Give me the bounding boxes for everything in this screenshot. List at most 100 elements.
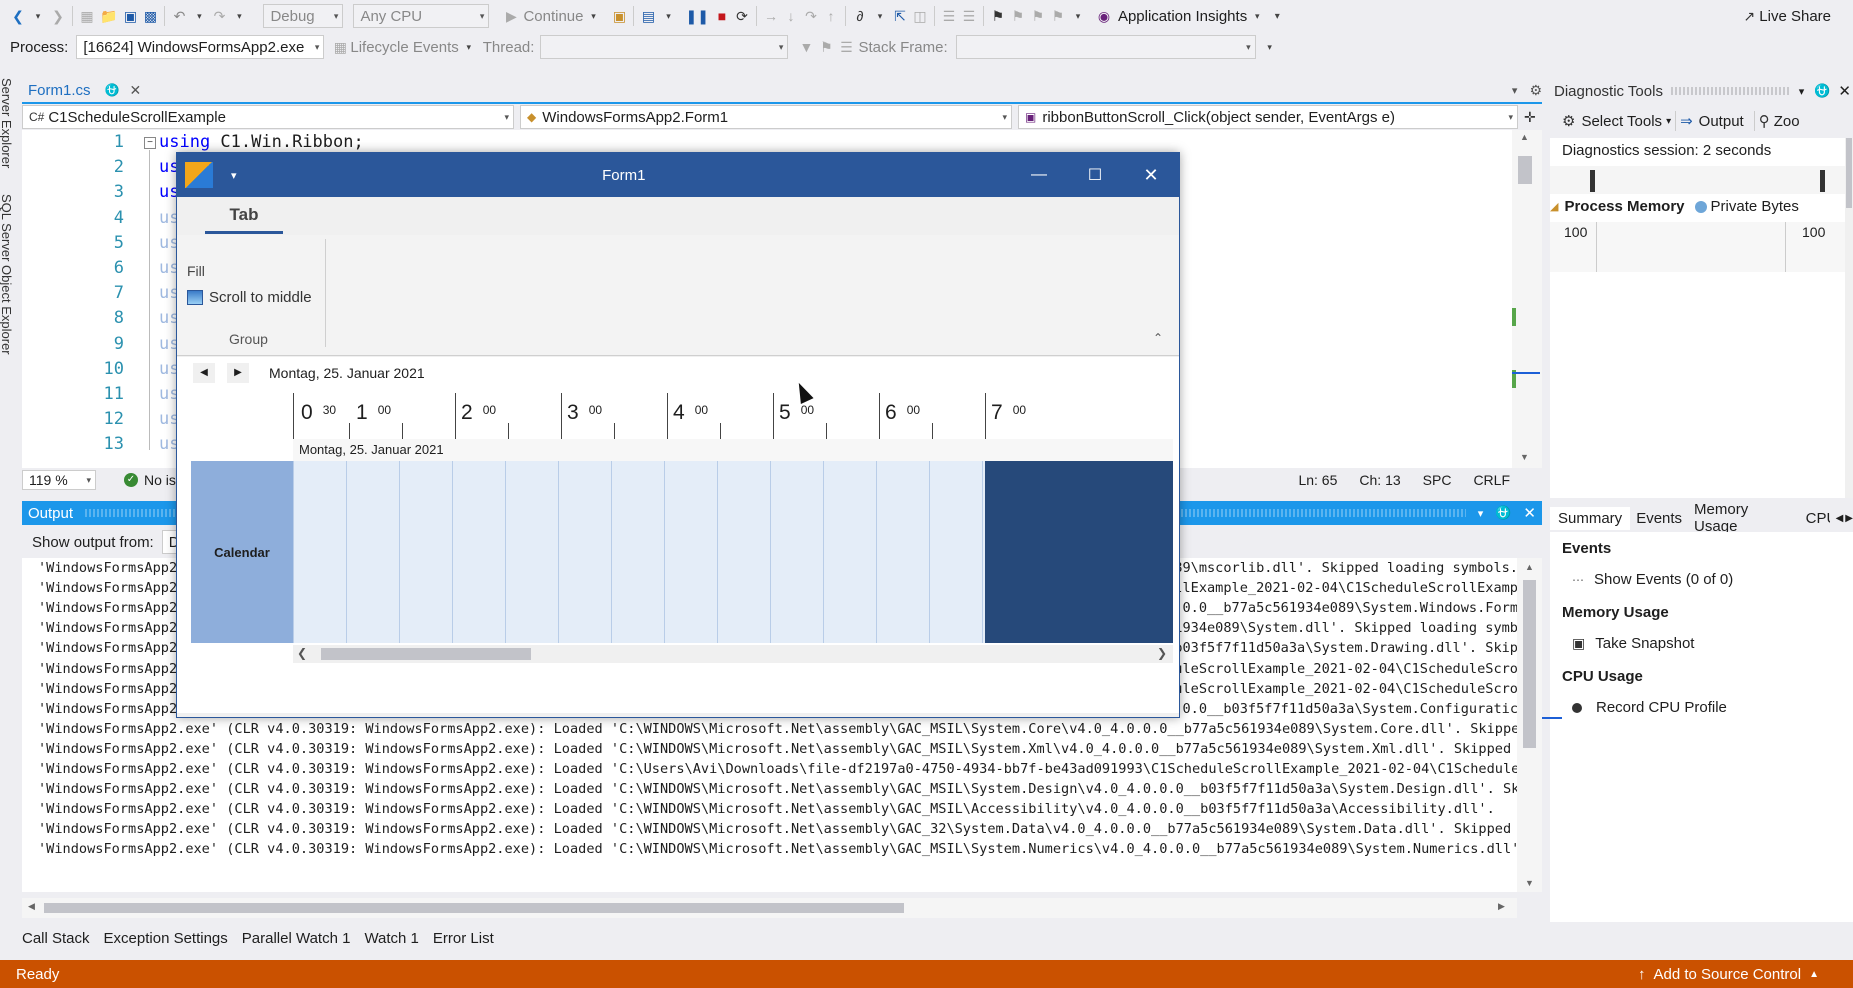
filter-icon[interactable]: ▼	[796, 36, 816, 58]
scroll-thumb[interactable]	[1523, 580, 1536, 748]
select-tools-button[interactable]: Select Tools	[1581, 113, 1662, 130]
redo-icon[interactable]: ↷	[209, 5, 229, 27]
scroll-down-icon[interactable]: ▼	[1520, 452, 1529, 462]
live-share-button[interactable]: Live Share	[1759, 8, 1831, 25]
output-horizontal-scrollbar[interactable]: ◀ ▶	[22, 898, 1517, 918]
thread-combo[interactable]: ▾	[540, 35, 789, 59]
new-project-icon[interactable]: ▦	[77, 5, 97, 27]
editor-vertical-scrollbar[interactable]: ▲ ▼	[1512, 130, 1542, 468]
scroll-thumb[interactable]	[44, 903, 904, 913]
scroll-down-icon[interactable]: ▼	[1525, 878, 1534, 888]
record-cpu-profile-button[interactable]: Record CPU Profile	[1596, 699, 1727, 716]
close-tab-icon[interactable]: ✕	[129, 82, 141, 99]
split-editor-icon[interactable]: ✛	[1524, 109, 1536, 126]
tab-form1-cs[interactable]: Form1.cs ⛎ ✕	[22, 78, 148, 102]
next-day-icon[interactable]: ▶	[227, 363, 249, 383]
nav-class-combo[interactable]: C# C1ScheduleScrollExample ▾	[22, 105, 514, 129]
tab-call-stack[interactable]: Call Stack	[22, 930, 90, 947]
lifecycle-dropdown-icon[interactable]: ▾	[459, 36, 479, 58]
add-to-source-control-button[interactable]: Add to Source Control	[1654, 966, 1802, 983]
zoom-combo[interactable]: 119 % ▾	[22, 470, 96, 490]
back-icon[interactable]: ❮	[8, 5, 28, 27]
take-snapshot-button[interactable]: Take Snapshot	[1595, 635, 1694, 652]
nav-type-combo[interactable]: ◆ WindowsFormsApp2.Form1 ▾	[520, 105, 1012, 129]
output-vertical-scrollbar[interactable]: ▲ ▼	[1517, 558, 1542, 892]
whitespace-indicator[interactable]: SPC	[1423, 472, 1452, 488]
forward-icon[interactable]: ❯	[48, 5, 68, 27]
output-options-icon[interactable]: ▾	[1478, 507, 1484, 520]
chevron-up-icon[interactable]: ▲	[1809, 969, 1819, 980]
collapse-outline-icon[interactable]: −	[144, 137, 156, 149]
app-icon[interactable]	[185, 162, 213, 188]
line-indicator[interactable]: Ln: 65	[1298, 472, 1337, 488]
pause-icon[interactable]: ❚❚	[682, 5, 711, 27]
ribbon-tab[interactable]: Tab	[205, 205, 283, 234]
bookmark-icon[interactable]: ⚑	[988, 5, 1008, 27]
save-icon[interactable]: ▣	[120, 5, 140, 27]
expand-icon[interactable]: ◢	[1550, 200, 1558, 213]
collapse-ribbon-icon[interactable]: ⌃	[1153, 331, 1163, 345]
scroll-left-icon[interactable]: ◀	[28, 901, 35, 912]
step-into-icon[interactable]: ↓	[781, 5, 801, 27]
selected-time-slot[interactable]	[985, 461, 1173, 643]
diagnostics-close-icon[interactable]: ✕	[1838, 82, 1851, 100]
scroll-right-icon[interactable]: ❯	[1157, 646, 1167, 660]
restart-icon[interactable]: ⟳	[732, 5, 752, 27]
diagnostics-pin-icon[interactable]: ⛎	[1814, 83, 1830, 99]
stack-frame-combo[interactable]: ▾	[955, 35, 1256, 59]
record-cpu-row[interactable]: Record CPU Profile	[1572, 699, 1853, 716]
save-all-icon[interactable]: ▩	[140, 5, 160, 27]
scroll-right-icon[interactable]: ▶	[1498, 901, 1505, 912]
hex-dropdown-icon[interactable]: ▾	[870, 5, 890, 27]
form1-title-bar[interactable]: ▾ Form1 — ☐ ✕	[177, 153, 1179, 197]
debug-bar-options-icon[interactable]: ▾	[1260, 36, 1280, 58]
stop-icon[interactable]: ■	[712, 5, 732, 27]
select-element-icon[interactable]: ⇱	[890, 5, 910, 27]
open-folder-icon[interactable]: 📁	[97, 5, 120, 27]
tab-summary[interactable]: Summary	[1550, 506, 1631, 530]
process-combo[interactable]: [16624] WindowsFormsApp2.exe ▾	[76, 35, 325, 59]
maximize-icon[interactable]: ☐	[1067, 165, 1123, 185]
tab-parallel-watch[interactable]: Parallel Watch 1	[242, 930, 351, 947]
comment-icon[interactable]: ☰	[939, 5, 959, 27]
prev-bookmark-icon[interactable]: ⚑	[1008, 5, 1028, 27]
tab-watch[interactable]: Watch 1	[364, 930, 418, 947]
layout-icon[interactable]: ◫	[910, 5, 930, 27]
show-events-link[interactable]: Show Events (0 of 0)	[1594, 571, 1733, 588]
chevron-down-icon[interactable]: ▾	[1666, 116, 1671, 127]
toolbar-options-icon[interactable]: ▾	[1267, 5, 1287, 27]
diagnostics-options-icon[interactable]: ▾	[1799, 85, 1805, 98]
minimize-icon[interactable]: —	[1011, 166, 1067, 184]
step-out-icon[interactable]: ↑	[821, 5, 841, 27]
continue-dropdown-icon[interactable]: ▾	[583, 5, 603, 27]
undo-dropdown-icon[interactable]: ▾	[189, 5, 209, 27]
nav-member-combo[interactable]: ▣ ribbonButtonScroll_Click(object sender…	[1018, 105, 1518, 129]
find-source-icon[interactable]: ▣	[609, 5, 629, 27]
screenshot-icon[interactable]: ▤	[638, 5, 658, 27]
tab-cpu[interactable]: CPU	[1802, 507, 1830, 530]
diagnostics-scrollbar[interactable]	[1845, 138, 1853, 498]
zoom-button[interactable]: Zoo	[1774, 113, 1800, 130]
scroll-up-icon[interactable]: ▲	[1520, 132, 1529, 142]
uncomment-icon[interactable]: ☰	[959, 5, 979, 27]
flag-icon[interactable]: ⚑	[816, 36, 836, 58]
app-insights-dropdown-icon[interactable]: ▾	[1247, 5, 1267, 27]
tabs-next-icon[interactable]: ▶	[1845, 513, 1853, 524]
redo-dropdown-icon[interactable]: ▾	[229, 5, 249, 27]
scroll-to-middle-button[interactable]: Scroll to middle	[187, 289, 312, 306]
scroll-thumb[interactable]	[321, 648, 531, 660]
tab-events[interactable]: Events	[1630, 507, 1688, 530]
prev-day-icon[interactable]: ◀	[193, 363, 215, 383]
line-ending-indicator[interactable]: CRLF	[1473, 472, 1510, 488]
tab-exception-settings[interactable]: Exception Settings	[104, 930, 228, 947]
scroll-thumb[interactable]	[1846, 138, 1852, 208]
schedule-horizontal-scrollbar[interactable]: ❮ ❯	[293, 645, 1173, 663]
tabs-prev-icon[interactable]: ◀	[1836, 513, 1844, 524]
column-indicator[interactable]: Ch: 13	[1359, 472, 1400, 488]
toolbar-overflow-icon[interactable]: ▾	[1068, 5, 1088, 27]
show-events-row[interactable]: ⋯ Show Events (0 of 0)	[1572, 571, 1853, 588]
screenshot-dropdown-icon[interactable]: ▾	[658, 5, 678, 27]
platform-combo[interactable]: Any CPU ▾	[353, 4, 490, 28]
back-dropdown-icon[interactable]: ▾	[28, 5, 48, 27]
scroll-thumb[interactable]	[1518, 156, 1532, 184]
